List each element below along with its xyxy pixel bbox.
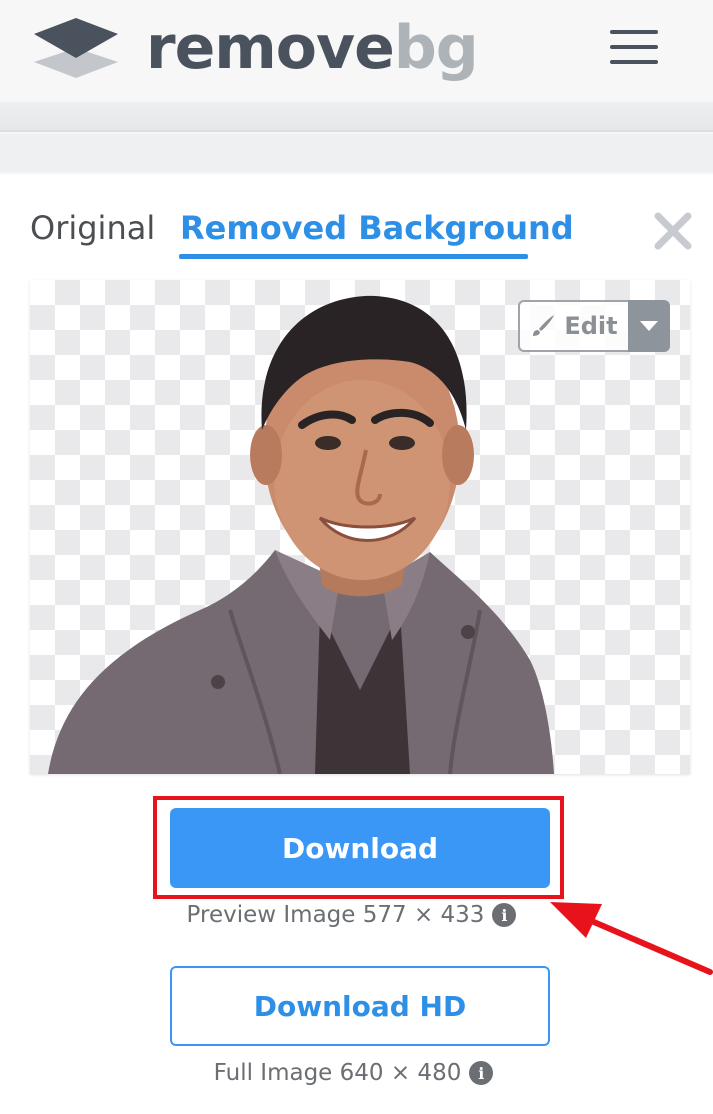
caret-down-icon [640,321,658,331]
edit-button[interactable]: Edit [518,300,628,352]
brush-icon [533,315,555,336]
header-divider [0,102,713,132]
edit-label: Edit [564,312,618,340]
cutout-portrait-image [48,295,554,774]
download-button[interactable]: Download [170,808,550,888]
info-icon[interactable]: i [469,1061,494,1085]
full-image-info-text: Full Image 640 × 480 [213,1060,462,1086]
hamburger-menu-icon[interactable] [604,24,664,72]
tab-original[interactable]: Original [30,206,155,250]
edit-control: Edit [518,300,670,352]
tab-removed-background[interactable]: Removed Background [180,206,574,250]
page-gap [0,134,713,172]
result-preview: Edit [30,280,690,774]
info-icon[interactable]: i [492,903,517,927]
brand-part-remove: remove [146,13,395,83]
brand-logo-text[interactable]: removebg [146,12,479,84]
active-tab-indicator [179,254,528,259]
brand-part-bg: bg [393,13,479,83]
layers-icon[interactable] [34,18,118,80]
close-icon[interactable] [652,210,694,252]
download-hd-button[interactable]: Download HD [170,966,550,1046]
red-arrow-annotation [550,902,713,975]
preview-image-info-text: Preview Image 577 × 433 [186,902,485,928]
edit-dropdown-toggle[interactable] [628,300,670,352]
full-image-info: Full Image 640 × 480 i [0,1056,713,1090]
app-header: removebg [0,0,713,102]
result-card: Original Removed Background Edit Downloa… [0,174,713,1114]
